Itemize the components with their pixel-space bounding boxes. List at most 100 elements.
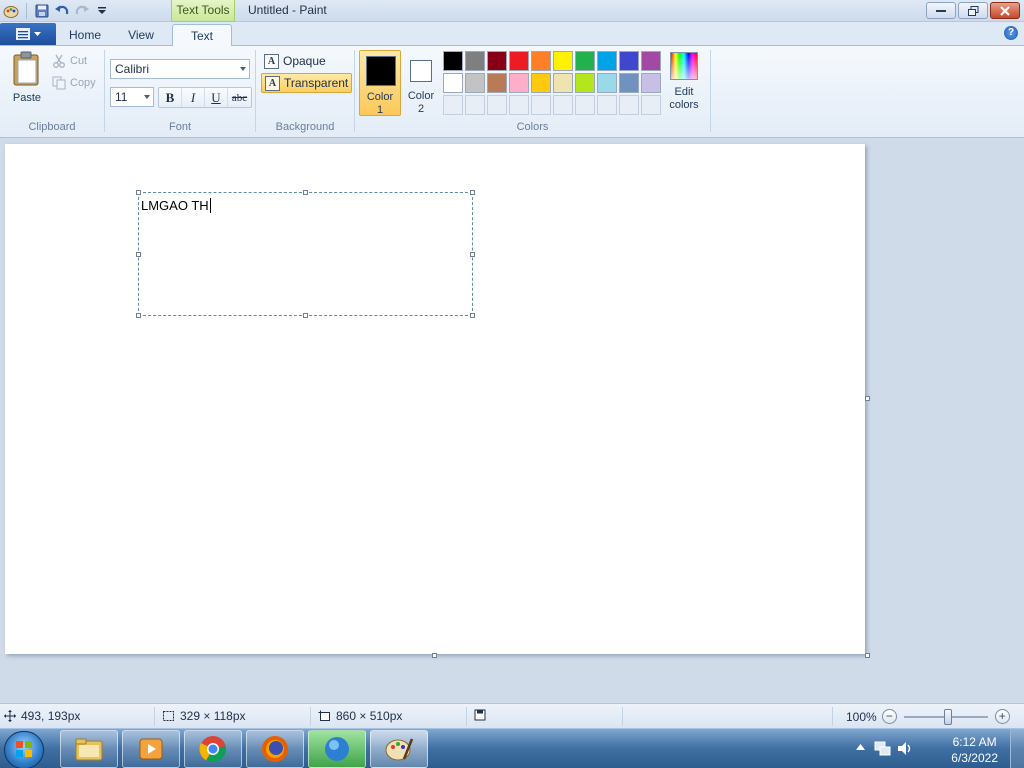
minimize-button[interactable] (926, 2, 956, 19)
palette-swatch-11[interactable] (465, 73, 485, 93)
color-1-swatch (366, 56, 396, 86)
zoom-out-button[interactable]: − (881, 709, 897, 724)
zoom-in-button[interactable]: + (994, 709, 1010, 724)
palette-swatch-1[interactable] (465, 51, 485, 71)
palette-swatch-9[interactable] (641, 51, 661, 71)
canvas-resize-handle-corner[interactable] (865, 653, 870, 658)
custom-color-slot[interactable] (597, 95, 617, 115)
text-box[interactable]: LMGAO TH (136, 190, 475, 318)
font-family-select[interactable]: Calibri (110, 59, 250, 79)
palette-swatch-14[interactable] (531, 73, 551, 93)
clipboard-icon (13, 51, 39, 86)
taskbar-media-player[interactable] (122, 730, 180, 768)
save-icon[interactable] (33, 2, 51, 20)
tab-text[interactable]: Text (172, 24, 232, 47)
tab-view[interactable]: View (116, 24, 166, 46)
customize-qat-icon[interactable] (93, 2, 111, 20)
background-group-label: Background (275, 121, 335, 133)
underline-button[interactable]: U (205, 88, 228, 107)
chevron-down-icon (144, 95, 150, 99)
textbox-resize-handle[interactable] (303, 190, 308, 195)
paint-app-icon[interactable] (2, 2, 20, 20)
window-controls (926, 2, 1020, 19)
textbox-resize-handle[interactable] (303, 313, 308, 318)
cut-button[interactable]: Cut (52, 52, 87, 70)
taskbar-firefox[interactable] (246, 730, 304, 768)
palette-swatch-19[interactable] (641, 73, 661, 93)
custom-color-slot[interactable] (553, 95, 573, 115)
font-group-label: Font (168, 121, 191, 133)
network-icon[interactable] (874, 740, 892, 757)
chrome-icon (199, 736, 226, 763)
palette-swatch-4[interactable] (531, 51, 551, 71)
palette-swatch-3[interactable] (509, 51, 529, 71)
color-2-button[interactable]: Color 2 (401, 50, 443, 116)
palette-swatch-7[interactable] (597, 51, 617, 71)
palette-swatch-12[interactable] (487, 73, 507, 93)
palette-swatch-5[interactable] (553, 51, 573, 71)
close-button[interactable] (990, 2, 1020, 19)
start-button[interactable] (4, 731, 44, 768)
taskbar-chrome[interactable] (184, 730, 242, 768)
custom-color-slot[interactable] (443, 95, 463, 115)
custom-color-slot[interactable] (619, 95, 639, 115)
group-separator (255, 50, 256, 132)
custom-color-slot[interactable] (487, 95, 507, 115)
palette-swatch-15[interactable] (553, 73, 573, 93)
font-family-value: Calibri (115, 62, 150, 76)
color-1-button[interactable]: Color 1 (359, 50, 401, 116)
textbox-resize-handle[interactable] (470, 252, 475, 257)
copy-label: Copy (70, 77, 96, 89)
custom-color-slot[interactable] (575, 95, 595, 115)
paste-button[interactable]: Paste (8, 50, 46, 110)
custom-color-slot[interactable] (465, 95, 485, 115)
paint-menu-button[interactable] (0, 23, 56, 45)
taskbar-paint[interactable] (370, 730, 428, 768)
group-separator (354, 50, 355, 132)
zoom-slider-thumb[interactable] (943, 708, 952, 725)
canvas-resize-handle-right[interactable] (865, 396, 870, 401)
taskbar-clock[interactable]: 6:12 AM 6/3/2022 (951, 734, 998, 766)
show-desktop-button[interactable] (1010, 729, 1024, 768)
opaque-option[interactable]: A Opaque (261, 51, 329, 71)
palette-swatch-16[interactable] (575, 73, 595, 93)
palette-swatch-0[interactable] (443, 51, 463, 71)
palette-swatch-18[interactable] (619, 73, 639, 93)
copy-button[interactable]: Copy (52, 74, 96, 92)
palette-swatch-17[interactable] (597, 73, 617, 93)
zoom-slider[interactable] (903, 708, 988, 725)
text-box-content[interactable]: LMGAO TH (141, 198, 211, 213)
textbox-resize-handle[interactable] (470, 313, 475, 318)
bold-button[interactable]: B (159, 88, 182, 107)
palette-swatch-8[interactable] (619, 51, 639, 71)
taskbar-explorer[interactable] (60, 730, 118, 768)
custom-color-slot[interactable] (509, 95, 529, 115)
strikethrough-button[interactable]: abc (228, 88, 251, 107)
taskbar-app-active[interactable] (308, 730, 366, 768)
redo-icon[interactable] (73, 2, 91, 20)
canvas-resize-handle-bottom[interactable] (432, 653, 437, 658)
restore-button[interactable] (958, 2, 988, 19)
palette-swatch-6[interactable] (575, 51, 595, 71)
scissors-icon (53, 54, 65, 68)
palette-swatch-13[interactable] (509, 73, 529, 93)
help-icon[interactable]: ? (1004, 26, 1018, 40)
textbox-resize-handle[interactable] (136, 252, 141, 257)
undo-icon[interactable] (53, 2, 71, 20)
textbox-resize-handle[interactable] (136, 190, 141, 195)
volume-icon[interactable] (896, 740, 914, 757)
textbox-resize-handle[interactable] (470, 190, 475, 195)
palette-swatch-10[interactable] (443, 73, 463, 93)
canvas-workspace: LMGAO TH (0, 138, 1024, 703)
italic-button[interactable]: I (182, 88, 205, 107)
tab-home[interactable]: Home (60, 24, 110, 46)
transparent-option[interactable]: A Transparent (261, 73, 353, 93)
custom-color-slot[interactable] (531, 95, 551, 115)
drawing-canvas[interactable]: LMGAO TH (5, 144, 865, 654)
show-hidden-icons-icon[interactable] (856, 743, 865, 751)
custom-color-slot[interactable] (641, 95, 661, 115)
textbox-resize-handle[interactable] (136, 313, 141, 318)
edit-colors-button[interactable]: Edit colors (666, 51, 702, 119)
palette-swatch-2[interactable] (487, 51, 507, 71)
font-size-select[interactable]: 11 (110, 87, 154, 107)
